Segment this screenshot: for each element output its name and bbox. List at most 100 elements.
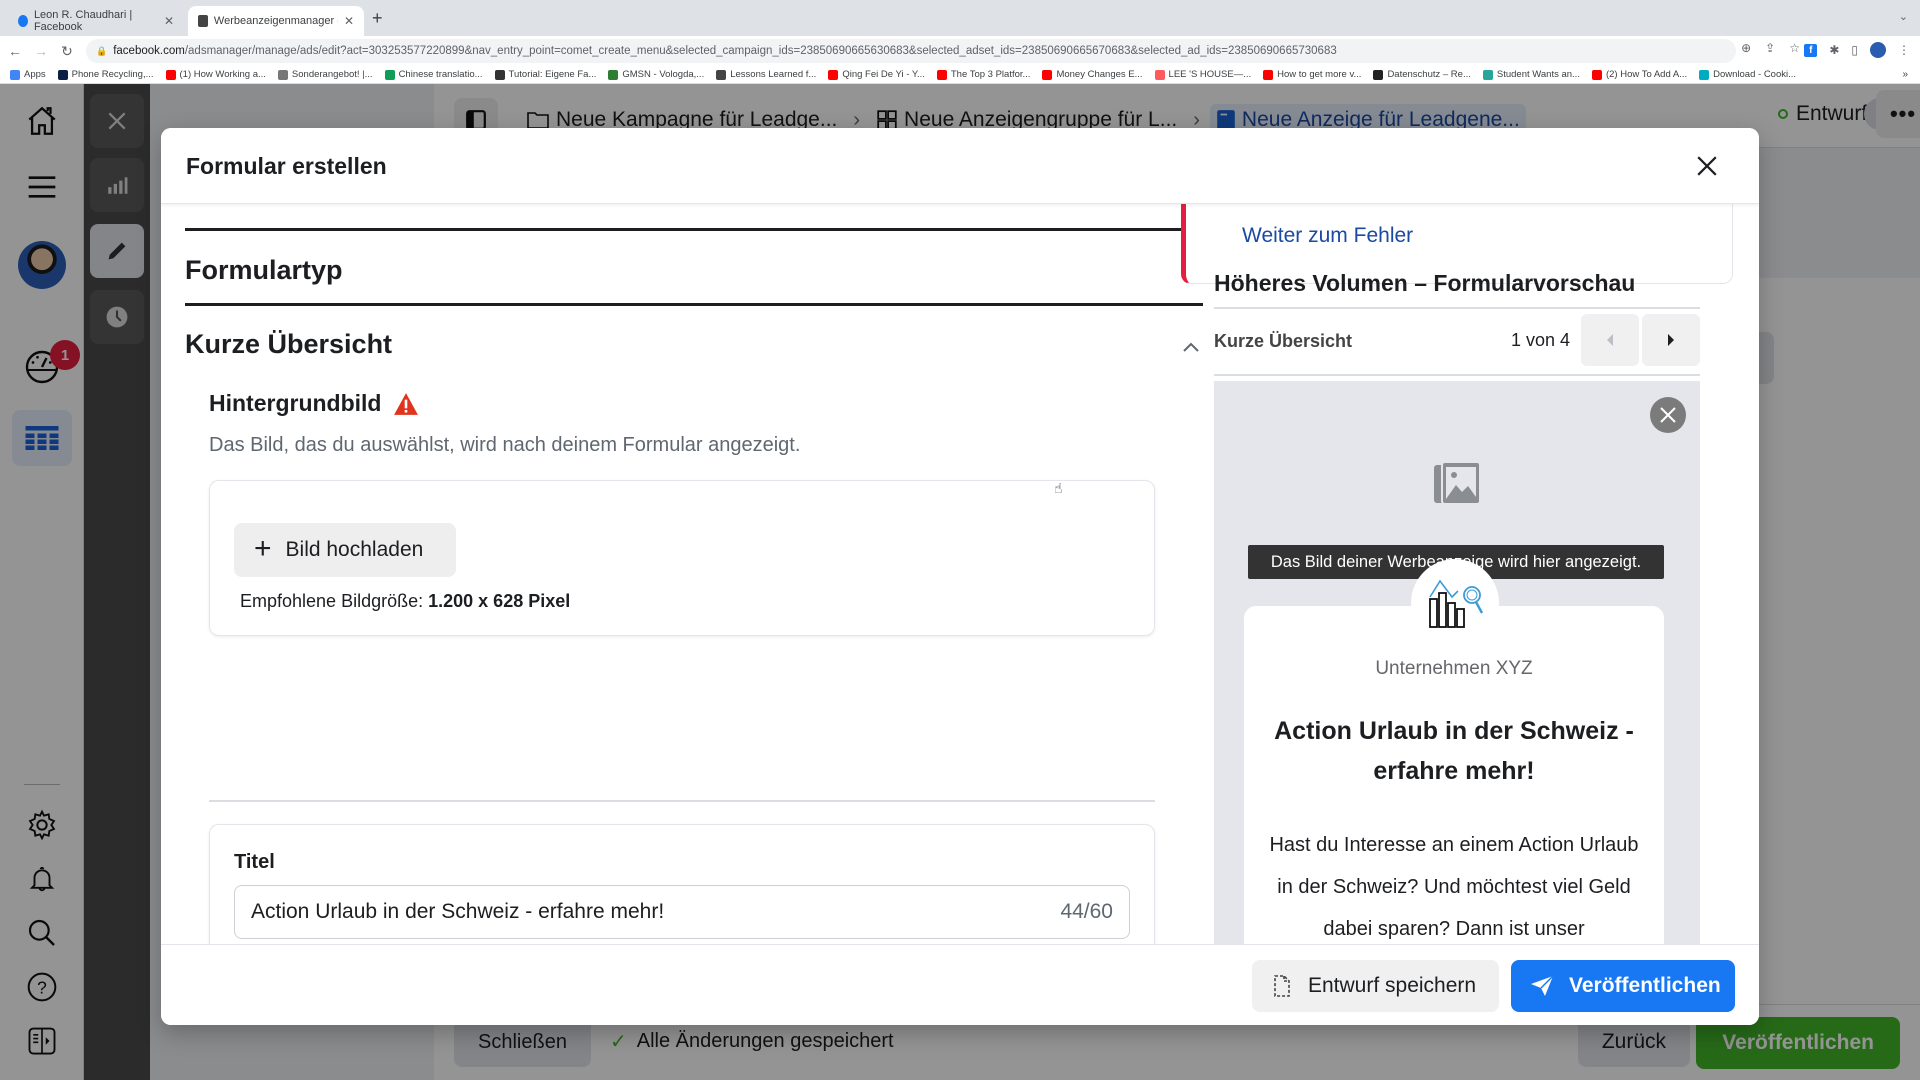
chevron-up-icon[interactable] [1179,335,1203,359]
bookmark-label: Apps [24,69,46,80]
bookmark-label: Phone Recycling,... [71,69,154,80]
image-placeholder-icon [1434,461,1481,505]
url-input[interactable]: 🔒 facebook.com/adsmanager/manage/ads/edi… [86,39,1736,63]
new-tab-button[interactable]: + [372,8,383,29]
bookmark-item[interactable]: Chinese translatio... [384,69,483,80]
preview-prev-button[interactable] [1581,314,1639,366]
bookmark-favicon-icon [1263,69,1274,80]
modal-header: Formular erstellen [161,128,1759,204]
bookmark-favicon-icon [716,69,727,80]
bookmark-label: Tutorial: Eigene Fa... [508,69,597,80]
go-to-error-link[interactable]: Weiter zum Fehler [1242,224,1413,248]
bookmark-item[interactable]: Lessons Learned f... [716,69,816,80]
bookmark-label: (2) How To Add A... [1605,69,1688,80]
bookmark-item[interactable]: Apps [10,69,46,80]
close-icon [1697,156,1717,176]
bookmarks-overflow[interactable]: » [1902,69,1908,80]
paper-plane-icon [1531,975,1554,996]
section-divider [185,303,1203,306]
bookmark-item[interactable]: How to get more v... [1263,69,1361,80]
upload-image-button[interactable]: + Bild hochladen [234,523,456,577]
bookmark-label: Lessons Learned f... [730,69,817,80]
modal-close-button[interactable] [1691,150,1723,182]
zoom-icon[interactable]: ⊕ [1741,41,1751,55]
section-intro-header[interactable]: Kurze Übersicht [185,329,392,360]
close-icon [1660,407,1676,423]
extensions-puzzle-icon[interactable]: ✱ [1829,43,1839,57]
background-image-description: Das Bild, das du auswählst, wird nach de… [209,434,801,456]
share-icon[interactable]: ⇪ [1765,41,1775,55]
preview-close-button[interactable] [1650,397,1686,433]
preview-next-button[interactable] [1642,314,1700,366]
company-name: Unternehmen XYZ [1375,658,1533,679]
background-image-heading: Hintergrundbild [209,390,419,417]
bookmark-item[interactable]: Tutorial: Eigene Fa... [494,69,597,80]
title-input[interactable]: Action Urlaub in der Schweiz - erfahre m… [234,885,1130,939]
bookmark-item[interactable]: (2) How To Add A... [1591,69,1688,80]
bookmark-item[interactable]: GMSN - Vologda,... [608,69,704,80]
bookmark-favicon-icon [277,69,288,80]
profile-avatar-icon[interactable] [1870,42,1886,58]
forward-arrow-icon[interactable]: → [30,43,52,59]
bookmark-favicon-icon [384,69,395,80]
bookmark-item[interactable]: Download - Cooki... [1699,69,1796,80]
facebook-extension-icon[interactable]: f [1804,43,1818,57]
greeting-title-card: Titel Action Urlaub in der Schweiz - erf… [209,824,1155,964]
bookmark-label: Qing Fei De Yi - Y... [842,69,925,80]
bookmark-favicon-icon [828,69,839,80]
warning-icon [394,392,419,415]
lock-icon: 🔒 [96,45,108,56]
save-draft-button[interactable]: Entwurf speichern [1252,960,1499,1012]
bookmark-label: Student Wants an... [1496,69,1580,80]
image-upload-card: + Bild hochladen Empfohlene Bildgröße: 1… [209,480,1155,636]
bookmark-favicon-icon [57,69,68,80]
bookmark-favicon-icon [1373,69,1384,80]
caret-right-icon [1668,334,1674,346]
size-hint-label: Empfohlene Bildgröße: [240,591,424,611]
browser-tab-facebook[interactable]: Leon R. Chaudhari | Facebook ✕ [8,6,184,36]
bookmark-star-icon[interactable]: ☆ [1789,41,1800,55]
bookmark-item[interactable]: The Top 3 Platfor... [936,69,1031,80]
back-arrow-icon[interactable]: ← [4,43,26,59]
bookmark-item[interactable]: Student Wants an... [1482,69,1580,80]
url-path: /adsmanager/manage/ads/edit?act=30325357… [184,45,1337,57]
side-panel-icon[interactable]: ▯ [1851,43,1858,57]
character-counter: 44/60 [1060,900,1113,923]
preview-divider [1214,374,1700,376]
tab-label: Werbeanzeigenmanager - Wer [213,15,338,27]
bookmark-item[interactable]: Phone Recycling,... [57,69,154,80]
tab-search-chevron-icon[interactable]: ⌄ [1899,10,1908,23]
browser-tab-ads-manager[interactable]: Werbeanzeigenmanager - Wer ✕ [188,6,364,36]
bookmark-label: Download - Cooki... [1713,69,1797,80]
bookmark-item[interactable]: LEE 'S HOUSE—... [1154,69,1251,80]
bookmark-label: Datenschutz – Re... [1387,69,1471,80]
bookmark-favicon-icon [165,69,176,80]
bookmark-item[interactable]: Money Changes E... [1042,69,1143,80]
bookmark-label: Sonderangebot! |... [291,69,373,80]
bookmark-item[interactable]: Qing Fei De Yi - Y... [828,69,925,80]
size-hint-value: 1.200 x 628 Pixel [428,591,571,611]
browser-menu-icon[interactable]: ⋮ [1898,43,1910,57]
bookmark-favicon-icon [1699,69,1710,80]
create-form-modal: Formular erstellen Formulartyp Kurze Übe… [161,128,1759,1025]
section-divider [185,228,1203,231]
bookmark-label: (1) How Working a... [179,69,266,80]
reload-icon[interactable]: ↻ [56,43,78,60]
bookmark-item[interactable]: Sonderangebot! |... [277,69,373,80]
close-tab-icon[interactable]: ✕ [164,14,174,28]
close-tab-icon[interactable]: ✕ [344,14,354,28]
publish-button[interactable]: Veröffentlichen [1511,960,1735,1012]
form-headline: Action Urlaub in der Schweiz - erfahre m… [1274,717,1634,785]
bookmark-item[interactable]: (1) How Working a... [165,69,266,80]
bookmarks-bar: Apps Phone Recycling,... (1) How Working a… [0,66,1920,84]
bookmark-favicon-icon [608,69,619,80]
bookmark-label: The Top 3 Platfor... [950,69,1031,80]
bookmark-favicon-icon [1482,69,1493,80]
bookmark-label: GMSN - Vologda,... [622,69,705,80]
bookmark-item[interactable]: Datenschutz – Re... [1373,69,1471,80]
recommended-size-hint: Empfohlene Bildgröße: 1.200 x 628 Pixel [240,591,570,612]
plus-icon: + [254,531,272,565]
modal-title: Formular erstellen [186,153,387,179]
section-form-type-header[interactable]: Formulartyp [185,255,343,286]
bookmark-favicon-icon [10,69,20,80]
